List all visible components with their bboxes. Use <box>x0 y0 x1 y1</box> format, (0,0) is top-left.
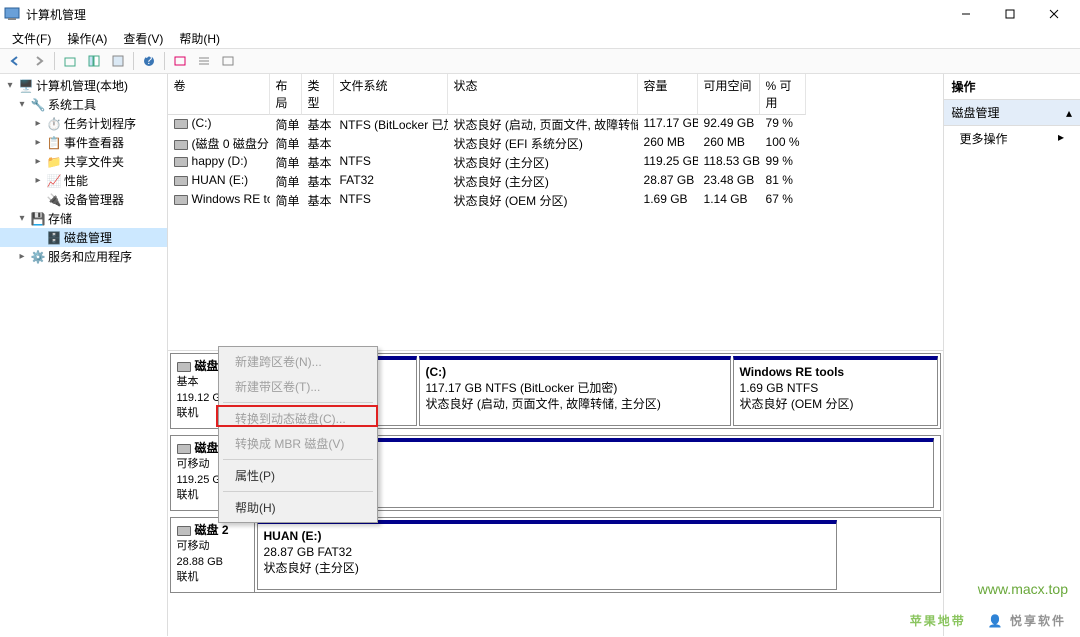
actions-pane: 操作 磁盘管理 ▴ 更多操作 ▸ <box>944 74 1080 636</box>
col-fs[interactable]: 文件系统 <box>334 74 448 115</box>
menu-help[interactable]: 帮助(H) <box>171 28 228 49</box>
tools-icon: 🔧 <box>30 97 46 113</box>
menu-view[interactable]: 查看(V) <box>115 28 171 49</box>
volume-row[interactable]: HUAN (E:)简单基本FAT32状态良好 (主分区)28.87 GB23.4… <box>168 172 943 191</box>
ctx-new-striped: 新建带区卷(T)... <box>221 374 375 399</box>
back-button[interactable] <box>4 50 26 72</box>
log-icon: 📋 <box>46 135 62 151</box>
partition[interactable]: (C:)117.17 GB NTFS (BitLocker 已加密)状态良好 (… <box>419 356 731 426</box>
chevron-right-icon: ▸ <box>1058 130 1064 144</box>
up-button[interactable] <box>59 50 81 72</box>
maximize-button[interactable] <box>988 0 1032 28</box>
view-button[interactable] <box>217 50 239 72</box>
ctx-help[interactable]: 帮助(H) <box>221 495 375 520</box>
clock-icon: ⏱️ <box>46 116 62 132</box>
tree-shared-folders[interactable]: ▸📁共享文件夹 <box>0 152 167 171</box>
computer-icon: 🖥️ <box>18 78 34 94</box>
tree-services[interactable]: ▸⚙️服务和应用程序 <box>0 247 167 266</box>
volume-row[interactable]: (C:)简单基本NTFS (BitLocker 已加密)状态良好 (启动, 页面… <box>168 115 943 134</box>
storage-icon: 💾 <box>30 211 46 227</box>
partition[interactable]: Windows RE tools1.69 GB NTFS状态良好 (OEM 分区… <box>733 356 938 426</box>
device-icon: 🔌 <box>46 192 62 208</box>
tree-device-manager[interactable]: 🔌设备管理器 <box>0 190 167 209</box>
forward-button[interactable] <box>28 50 50 72</box>
disk-block[interactable]: 磁盘 2可移动28.88 GB联机HUAN (E:)28.87 GB FAT32… <box>170 517 941 593</box>
volume-row[interactable]: Windows RE tools简单基本NTFS状态良好 (OEM 分区)1.6… <box>168 191 943 210</box>
ctx-properties[interactable]: 属性(P) <box>221 463 375 488</box>
partition[interactable]: HUAN (E:)28.87 GB FAT32状态良好 (主分区) <box>257 520 837 590</box>
tree-system-tools[interactable]: ▾🔧系统工具 <box>0 95 167 114</box>
menubar: 文件(F) 操作(A) 查看(V) 帮助(H) <box>0 28 1080 48</box>
col-pct[interactable]: % 可用 <box>760 74 806 115</box>
tree-storage[interactable]: ▾💾存储 <box>0 209 167 228</box>
col-capacity[interactable]: 容量 <box>638 74 698 115</box>
ctx-convert-mbr: 转换成 MBR 磁盘(V) <box>221 431 375 456</box>
minimize-button[interactable] <box>944 0 988 28</box>
menu-action[interactable]: 操作(A) <box>59 28 115 49</box>
services-icon: ⚙️ <box>30 249 46 265</box>
close-button[interactable] <box>1032 0 1076 28</box>
tree-disk-management[interactable]: 🗄️磁盘管理 <box>0 228 167 247</box>
expand-icon: ▴ <box>1066 106 1072 120</box>
app-icon <box>4 6 20 22</box>
disk-icon: 🗄️ <box>46 230 62 246</box>
tree-root[interactable]: ▾🖥️计算机管理(本地) <box>0 76 167 95</box>
col-type[interactable]: 类型 <box>302 74 334 115</box>
tree-pane: ▾🖥️计算机管理(本地) ▾🔧系统工具 ▸⏱️任务计划程序 ▸📋事件查看器 ▸📁… <box>0 74 168 636</box>
help-button[interactable]: ? <box>138 50 160 72</box>
actions-header: 操作 <box>944 74 1080 100</box>
tree-performance[interactable]: ▸📈性能 <box>0 171 167 190</box>
context-menu: 新建跨区卷(N)... 新建带区卷(T)... 转换到动态磁盘(C)... 转换… <box>218 346 378 523</box>
perf-icon: 📈 <box>46 173 62 189</box>
refresh-button[interactable] <box>107 50 129 72</box>
volume-row[interactable]: happy (D:)简单基本NTFS状态良好 (主分区)119.25 GB118… <box>168 153 943 172</box>
disk-label[interactable]: 磁盘 2可移动28.88 GB联机 <box>171 518 255 592</box>
actions-more[interactable]: 更多操作 ▸ <box>944 126 1080 151</box>
actions-diskmgmt[interactable]: 磁盘管理 ▴ <box>944 100 1080 126</box>
col-status[interactable]: 状态 <box>448 74 638 115</box>
col-layout[interactable]: 布局 <box>270 74 302 115</box>
svg-text:?: ? <box>146 54 153 67</box>
menu-file[interactable]: 文件(F) <box>4 28 59 49</box>
tree-task-scheduler[interactable]: ▸⏱️任务计划程序 <box>0 114 167 133</box>
col-avail[interactable]: 可用空间 <box>698 74 760 115</box>
folder-icon: 📁 <box>46 154 62 170</box>
show-hide-button[interactable] <box>83 50 105 72</box>
volume-row[interactable]: (磁盘 0 磁盘分区 1)简单基本状态良好 (EFI 系统分区)260 MB26… <box>168 134 943 153</box>
toolbar: ? <box>0 48 1080 74</box>
volume-header: 卷 布局 类型 文件系统 状态 容量 可用空间 % 可用 <box>168 74 943 115</box>
tree-event-viewer[interactable]: ▸📋事件查看器 <box>0 133 167 152</box>
list-button[interactable] <box>193 50 215 72</box>
settings-button[interactable] <box>169 50 191 72</box>
ctx-new-spanned: 新建跨区卷(N)... <box>221 349 375 374</box>
col-volume[interactable]: 卷 <box>168 74 270 115</box>
titlebar: 计算机管理 <box>0 0 1080 28</box>
ctx-convert-dynamic: 转换到动态磁盘(C)... <box>221 406 375 431</box>
volume-table: 卷 布局 类型 文件系统 状态 容量 可用空间 % 可用 (C:)简单基本NTF… <box>168 74 943 351</box>
window-title: 计算机管理 <box>26 6 944 23</box>
